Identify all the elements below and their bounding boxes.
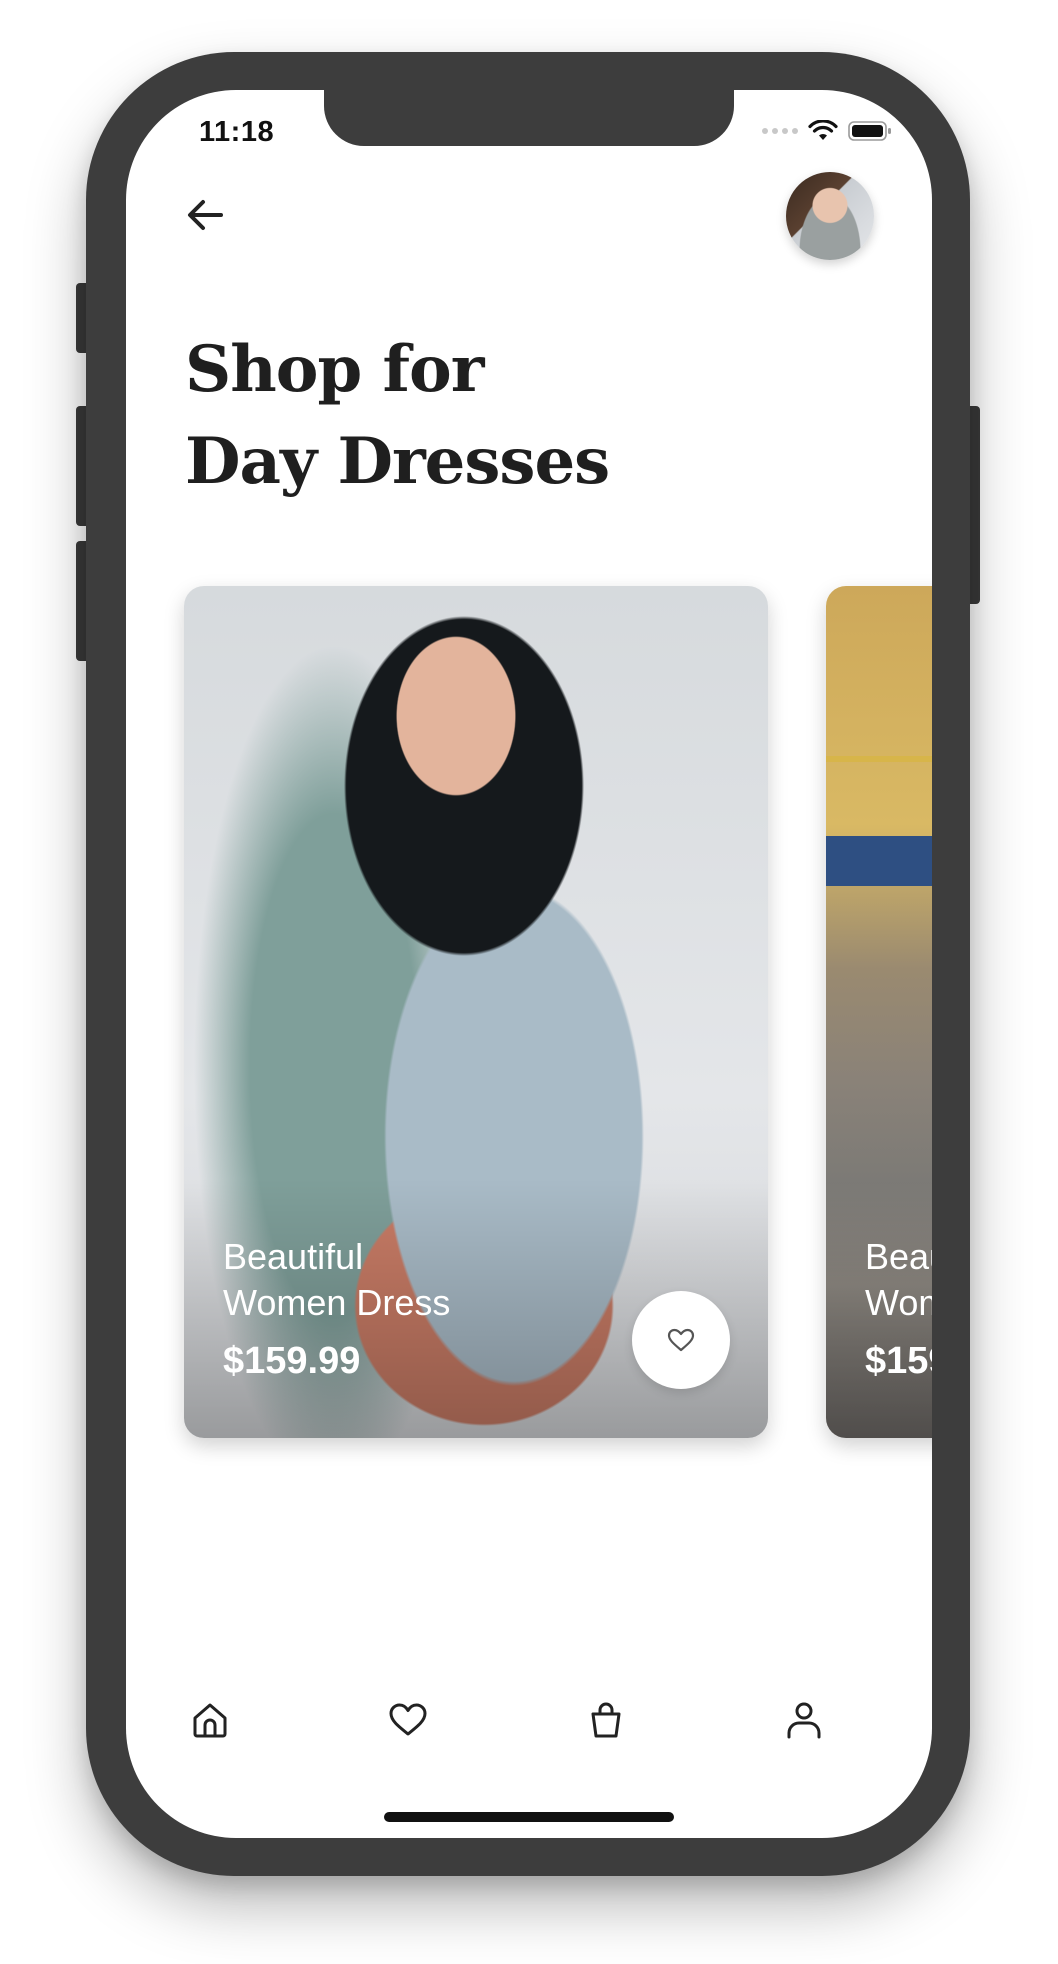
wifi-icon: [808, 120, 838, 140]
shopping-bag-icon: [591, 1702, 621, 1738]
product-card[interactable]: Beautiful Women Dress $159.99: [826, 586, 932, 1438]
favorite-button[interactable]: [632, 1291, 730, 1389]
tab-favorites[interactable]: [378, 1690, 438, 1750]
home-icon: [193, 1703, 227, 1738]
home-indicator[interactable]: [384, 1812, 674, 1822]
tab-home[interactable]: [180, 1690, 240, 1750]
arrow-left-icon: [188, 200, 223, 230]
avatar[interactable]: [786, 172, 874, 260]
heart-icon: [389, 1703, 427, 1736]
page-title-line2: Day Dresses: [185, 424, 610, 499]
back-button[interactable]: [180, 190, 230, 240]
user-icon: [787, 1702, 821, 1739]
product-name-line2: Women Dress: [223, 1282, 451, 1323]
product-price: $159.99: [223, 1340, 361, 1382]
page-title-line1: Shop for: [185, 332, 484, 407]
product-name-line2: Women Dress: [865, 1282, 932, 1323]
tab-profile[interactable]: [774, 1690, 834, 1750]
battery-icon: [848, 121, 891, 141]
tab-shopping-bag[interactable]: [576, 1690, 636, 1750]
heart-outline-icon: [667, 1328, 695, 1352]
app-screen: 11:18 Shop for Day Dresses Beautiful Wom…: [126, 90, 932, 1838]
product-name: Beautiful Women Dress: [223, 1234, 553, 1326]
product-name-line1: Beautiful: [865, 1236, 932, 1277]
product-card[interactable]: Beautiful Women Dress $159.99: [184, 586, 768, 1438]
cellular-signal-icon: [762, 128, 798, 134]
notch: [324, 90, 734, 146]
product-name: Beautiful Women Dress: [865, 1234, 932, 1326]
bottom-tab-bar: [126, 1690, 932, 1770]
page-title: Shop for Day Dresses: [185, 324, 785, 508]
status-time: 11:18: [199, 116, 275, 148]
status-icons: [762, 120, 892, 142]
product-price: $159.99: [865, 1340, 932, 1382]
product-name-line1: Beautiful: [223, 1236, 364, 1277]
